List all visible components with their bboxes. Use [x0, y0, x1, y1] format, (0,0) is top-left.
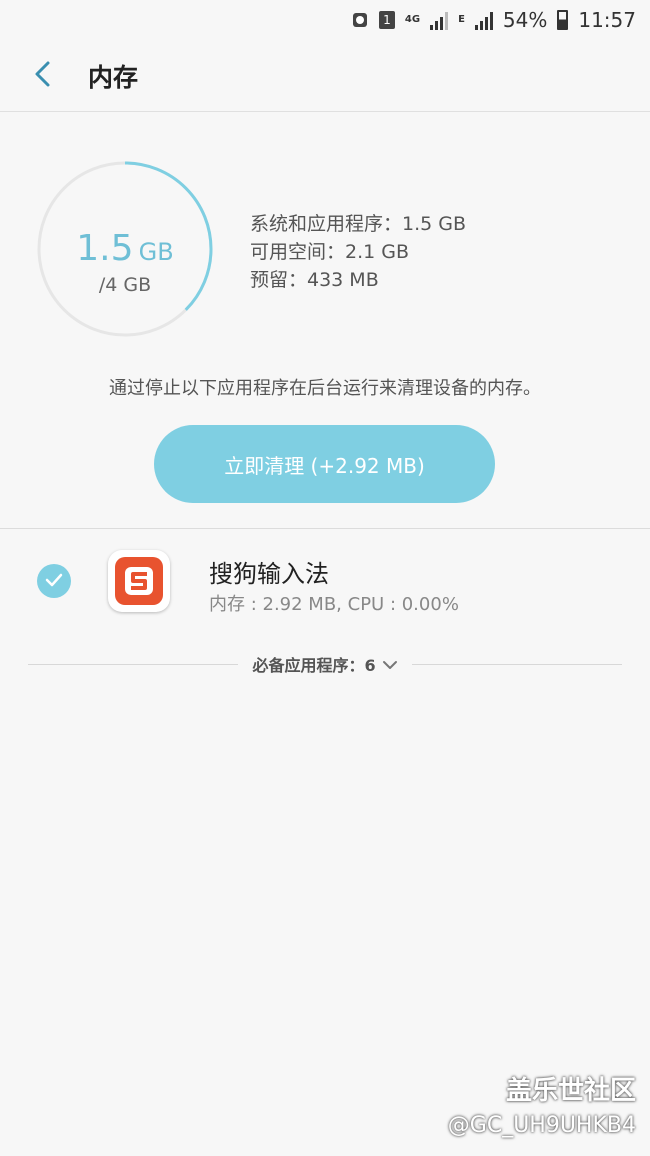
- watermark-brand: 盖乐世社区: [505, 1076, 636, 1106]
- stat-reserved: 预留：433 MB: [250, 269, 379, 291]
- clean-now-button[interactable]: 立即清理 (+2.92 MB): [154, 425, 495, 503]
- memory-used: 1.5 GB: [36, 228, 214, 269]
- memory-ring: 1.5 GB /4 GB: [36, 160, 214, 338]
- clean-hint: 通过停止以下应用程序在后台运行来清理设备的内存。: [109, 378, 541, 399]
- back-button[interactable]: [0, 40, 88, 112]
- network-e-label: E: [458, 14, 465, 25]
- app-name: 搜狗输入法: [209, 560, 329, 588]
- list-item[interactable]: 搜狗输入法 内存 : 2.92 MB, CPU : 0.00%: [0, 538, 650, 626]
- stat-system-apps: 系统和应用程序：1.5 GB: [250, 213, 467, 235]
- watermark-handle: @GC_UH9UHKB4: [447, 1113, 636, 1138]
- memory-used-value: 1.5: [76, 228, 134, 269]
- status-bar: 1 4G E 54% 11:57: [0, 0, 650, 40]
- memory-total: /4 GB: [98, 274, 152, 296]
- memory-used-unit: GB: [138, 238, 174, 266]
- battery-percent: 54%: [502, 8, 548, 32]
- divider-line: [411, 663, 623, 665]
- stat-free-space: 可用空间：2.1 GB: [250, 241, 410, 263]
- signal-icon: [430, 10, 449, 30]
- check-icon: [45, 572, 63, 591]
- essential-apps-label: 必备应用程序：6: [252, 656, 376, 675]
- battery-icon: [557, 10, 569, 30]
- divider-line: [28, 663, 239, 665]
- memory-stats: 系统和应用程序：1.5 GB 可用空间：2.1 GB 预留：433 MB: [250, 210, 466, 294]
- divider: [0, 528, 650, 529]
- app-stats: 内存 : 2.92 MB, CPU : 0.00%: [209, 594, 459, 615]
- signal-icon: [474, 10, 493, 30]
- recycle-icon: [351, 11, 369, 29]
- sogou-app-icon: [108, 550, 170, 612]
- watermark: 盖乐世社区 @GC_UH9UHKB4: [448, 1070, 636, 1138]
- essential-apps-toggle[interactable]: 必备应用程序：6: [28, 650, 623, 678]
- network-4g-label: 4G: [404, 14, 421, 25]
- app-checkbox[interactable]: [37, 564, 71, 598]
- page-title: 内存: [88, 62, 139, 92]
- app-header: 内存: [0, 40, 650, 112]
- chevron-left-icon: [32, 60, 54, 92]
- memory-summary: 1.5 GB /4 GB 系统和应用程序：1.5 GB 可用空间：2.1 GB …: [36, 160, 616, 344]
- sim-icon: 1: [378, 11, 395, 29]
- chevron-down-icon: [382, 655, 398, 674]
- clock: 11:57: [578, 8, 636, 32]
